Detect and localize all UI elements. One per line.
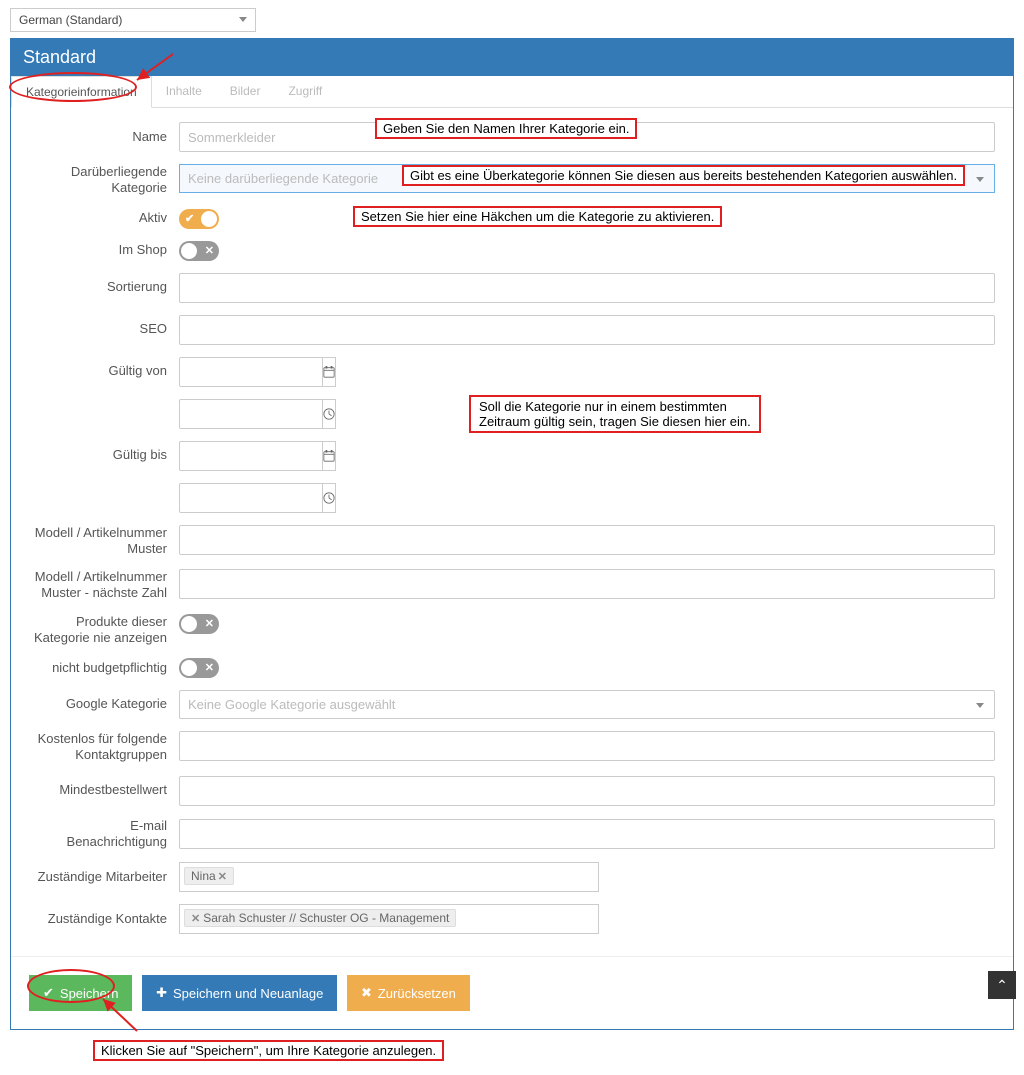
check-icon: ✔ [185,211,194,227]
tab-bilder[interactable]: Bilder [216,76,275,107]
form-body: Name Geben Sie den Namen Ihrer Kategorie… [11,108,1013,956]
emailnotif-input[interactable] [179,819,995,849]
save-button[interactable]: ✔ Speichern [29,975,132,1011]
label-active: Aktiv [29,210,179,226]
label-validto: Gültig bis [29,447,179,463]
form-footer: ✔ Speichern ✚ Speichern und Neuanlage ✖ … [11,956,1013,1029]
google-category-placeholder: Keine Google Kategorie ausgewählt [180,691,403,718]
label-inshop: Im Shop [29,242,179,258]
calendar-icon[interactable] [323,357,336,387]
active-toggle[interactable]: ✔ [179,209,219,229]
model-input[interactable] [179,525,995,555]
toggle-knob [181,660,197,676]
validto-date-input[interactable] [179,441,323,471]
remove-tag-icon[interactable]: ✕ [218,871,227,883]
validfrom-time-input[interactable] [179,399,323,429]
language-select[interactable]: German (Standard) [10,8,256,32]
validfrom-date-input[interactable] [179,357,323,387]
label-name: Name [29,129,179,145]
tab-kategorieinformation[interactable]: Kategorieinformation [11,76,152,108]
label-employees: Zuständige Mitarbeiter [29,869,179,885]
employee-tag: Nina✕ [184,867,234,885]
nevershow-toggle[interactable]: ✕ [179,614,219,634]
inshop-toggle[interactable]: ✕ [179,241,219,261]
freegroups-input[interactable] [179,731,995,761]
tab-zugriff[interactable]: Zugriff [274,76,336,107]
label-notbudget: nicht budgetpflichtig [29,660,179,676]
caret-down-icon [976,177,984,182]
label-nevershow: Produkte dieser Kategorie nie anzeigen [29,614,179,647]
sort-input[interactable] [179,273,995,303]
reset-button[interactable]: ✖ Zurücksetzen [347,975,470,1011]
label-emailnotif: E-mail Benachrichtigung [29,818,179,851]
check-icon: ✔ [43,985,54,1001]
remove-tag-icon[interactable]: ✕ [191,913,200,925]
panel-title: Standard [11,39,1013,76]
tab-bar: Kategorieinformation Inhalte Bilder Zugr… [11,76,1013,108]
calendar-icon[interactable] [323,441,336,471]
tab-inhalte[interactable]: Inhalte [152,76,216,107]
validto-time-input[interactable] [179,483,323,513]
parent-category-placeholder: Keine darüberliegende Kategorie [180,165,386,192]
clock-icon[interactable] [323,399,336,429]
label-seo: SEO [29,321,179,337]
label-freegroups: Kostenlos für folgende Kontaktgruppen [29,731,179,764]
employees-tag-input[interactable]: Nina✕ [179,862,599,892]
parent-category-select[interactable]: Keine darüberliegende Kategorie [179,164,995,193]
seo-input[interactable] [179,315,995,345]
contacts-tag-input[interactable]: ✕Sarah Schuster // Schuster OG - Managem… [179,904,599,934]
label-validfrom: Gültig von [29,363,179,379]
caret-down-icon [239,17,247,22]
annotation-save-text: Klicken Sie auf "Speichern", um Ihre Kat… [93,1040,444,1061]
toggle-knob [181,243,197,259]
save-and-new-button[interactable]: ✚ Speichern und Neuanlage [142,975,337,1011]
scroll-top-button[interactable]: ⌃ [988,971,1016,999]
contact-tag: ✕Sarah Schuster // Schuster OG - Managem… [184,909,456,927]
modelnext-input[interactable] [179,569,995,599]
label-parent: Darüberliegende Kategorie [29,164,179,197]
label-model: Modell / Artikelnummer Muster [29,525,179,558]
toggle-knob [181,616,197,632]
name-input[interactable] [179,122,995,152]
language-select-value: German (Standard) [11,9,255,31]
plus-icon: ✚ [156,985,167,1001]
x-icon: ✕ [205,660,214,676]
label-google: Google Kategorie [29,696,179,712]
chevron-up-icon: ⌃ [996,977,1008,994]
minorder-input[interactable] [179,776,995,806]
x-icon: ✕ [205,243,214,259]
toggle-knob [201,211,217,227]
x-icon: ✖ [361,985,372,1001]
x-icon: ✕ [205,616,214,632]
label-sort: Sortierung [29,279,179,295]
label-contacts: Zuständige Kontakte [29,911,179,927]
category-panel: Standard Kategorieinformation Inhalte Bi… [10,38,1014,1030]
clock-icon[interactable] [323,483,336,513]
google-category-select[interactable]: Keine Google Kategorie ausgewählt [179,690,995,719]
annotation-dates: Soll die Kategorie nur in einem bestimmt… [469,395,761,433]
caret-down-icon [976,703,984,708]
notbudget-toggle[interactable]: ✕ [179,658,219,678]
annotation-active: Setzen Sie hier eine Häkchen um die Kate… [353,206,722,227]
label-minorder: Mindestbestellwert [29,782,179,798]
label-modelnext: Modell / Artikelnummer Muster - nächste … [29,569,179,602]
